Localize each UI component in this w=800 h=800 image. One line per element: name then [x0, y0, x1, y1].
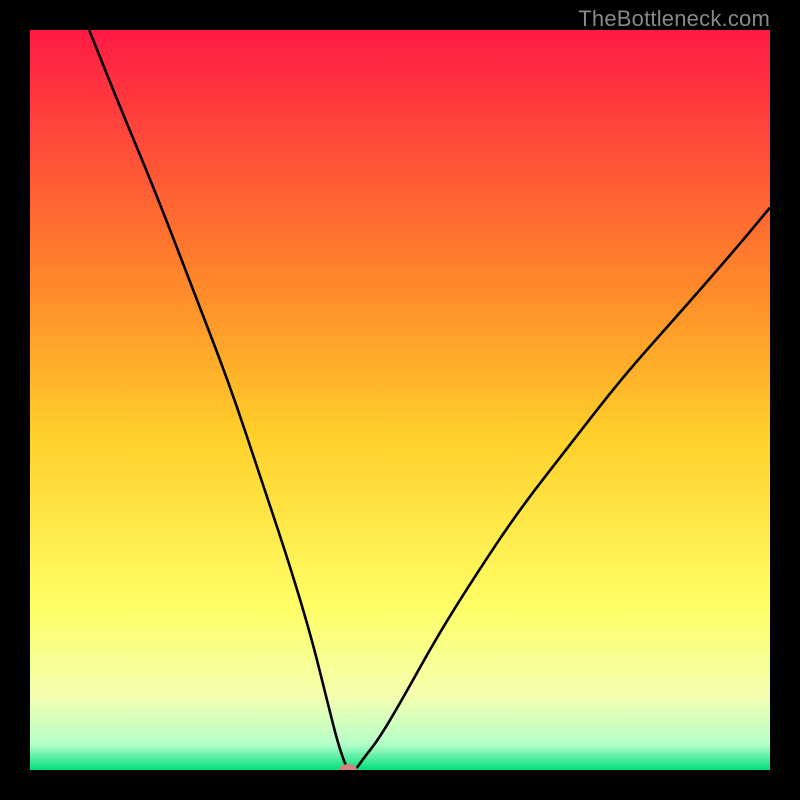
chart-svg [30, 30, 770, 770]
plot-area [30, 30, 770, 770]
chart-frame: TheBottleneck.com [0, 0, 800, 800]
gradient-background [30, 30, 770, 770]
watermark-text: TheBottleneck.com [578, 6, 770, 32]
